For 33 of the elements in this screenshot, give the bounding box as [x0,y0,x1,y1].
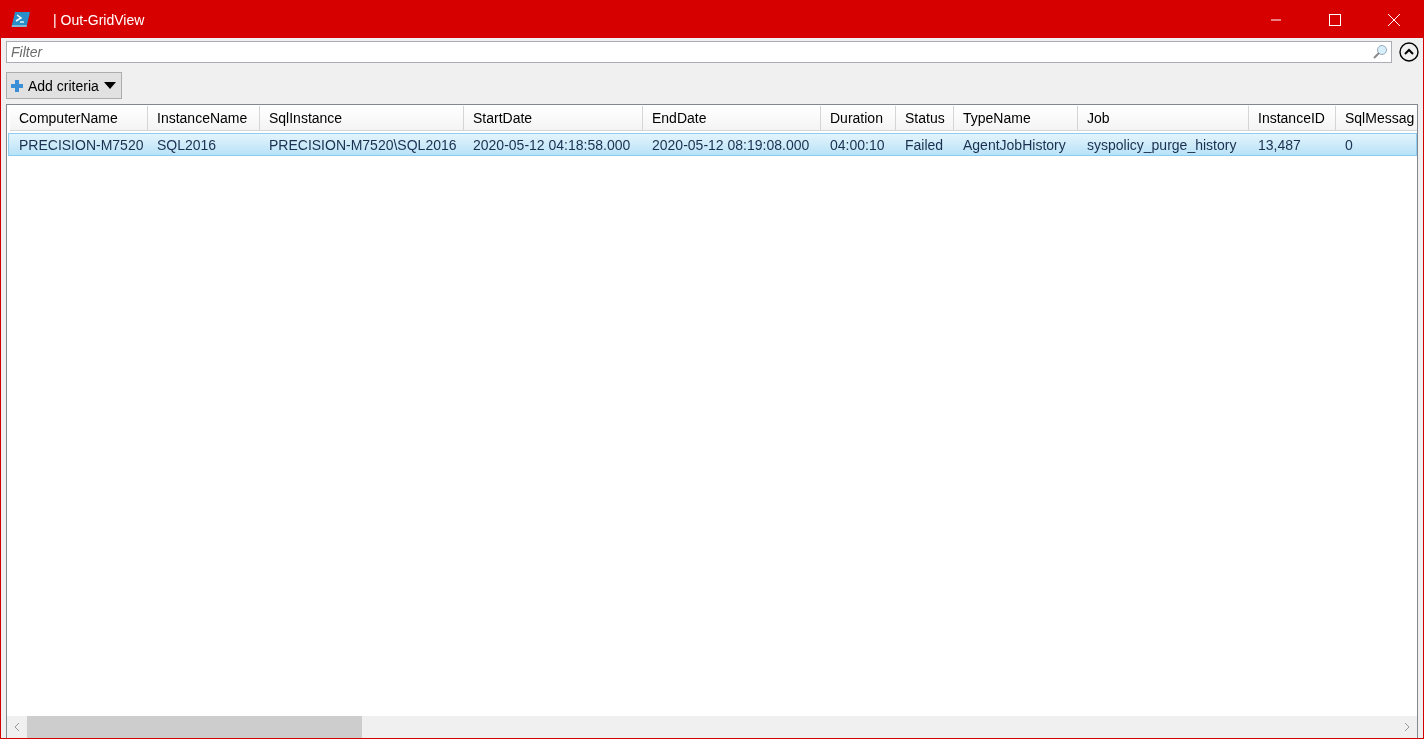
caret-icon [103,82,116,89]
table-cell-text: 2020-05-12 04:18:58.000 [472,136,632,153]
column-header[interactable]: SqlInstance [260,106,464,131]
column-header[interactable]: ComputerName [10,106,148,131]
column-header[interactable]: Job [1078,106,1249,131]
table-cell-text: PRECISION-M7520\SQL2016 [268,136,458,153]
table-cell-text: PRECISION-M7520 [18,136,145,153]
terminal-icon [11,10,31,29]
column-header[interactable]: Duration [821,106,896,131]
close-icon[interactable] [1387,13,1400,26]
table-cell-text: 2020-05-12 08:19:08.000 [651,136,811,153]
column-header[interactable]: InstanceName [148,106,260,131]
maximize-icon[interactable] [1328,13,1341,26]
table-cell-text: Failed [904,136,945,153]
column-header[interactable]: EndDate [643,106,821,131]
add-criteria-button[interactable]: Add criteria [6,72,122,99]
table-cell-text: 0 [1344,136,1354,153]
collapse-button[interactable] [1399,42,1419,62]
table-cell-text: syspolicy_purge_history [1086,136,1238,153]
column-header[interactable]: InstanceID [1249,106,1336,131]
column-header[interactable]: Status [896,106,954,131]
search-icon [1372,44,1388,60]
filter-field[interactable]: Filter [6,41,1392,63]
table-row[interactable]: PRECISION-M7520 SQL2016 PRECISION-M7520\SQL2016 2020-05-12 04:18:58.000 2020-05-12 08:19:08.000 04:00:10 Failed AgentJobHistory syspolicy_purge_history 13,487 0 [8,133,1417,156]
table-cell-text: 04:00:10 [829,136,886,153]
column-header[interactable]: StartDate [464,106,643,131]
plus-icon [11,79,23,92]
table-cell-text: SQL2016 [156,136,218,153]
window-title: | Out-GridView [53,11,145,28]
table-cell-text: 13,487 [1257,136,1302,153]
scrollbar-thumb[interactable] [27,716,362,738]
column-header[interactable]: TypeName [954,106,1078,131]
table-cell-text: AgentJobHistory [962,136,1067,153]
